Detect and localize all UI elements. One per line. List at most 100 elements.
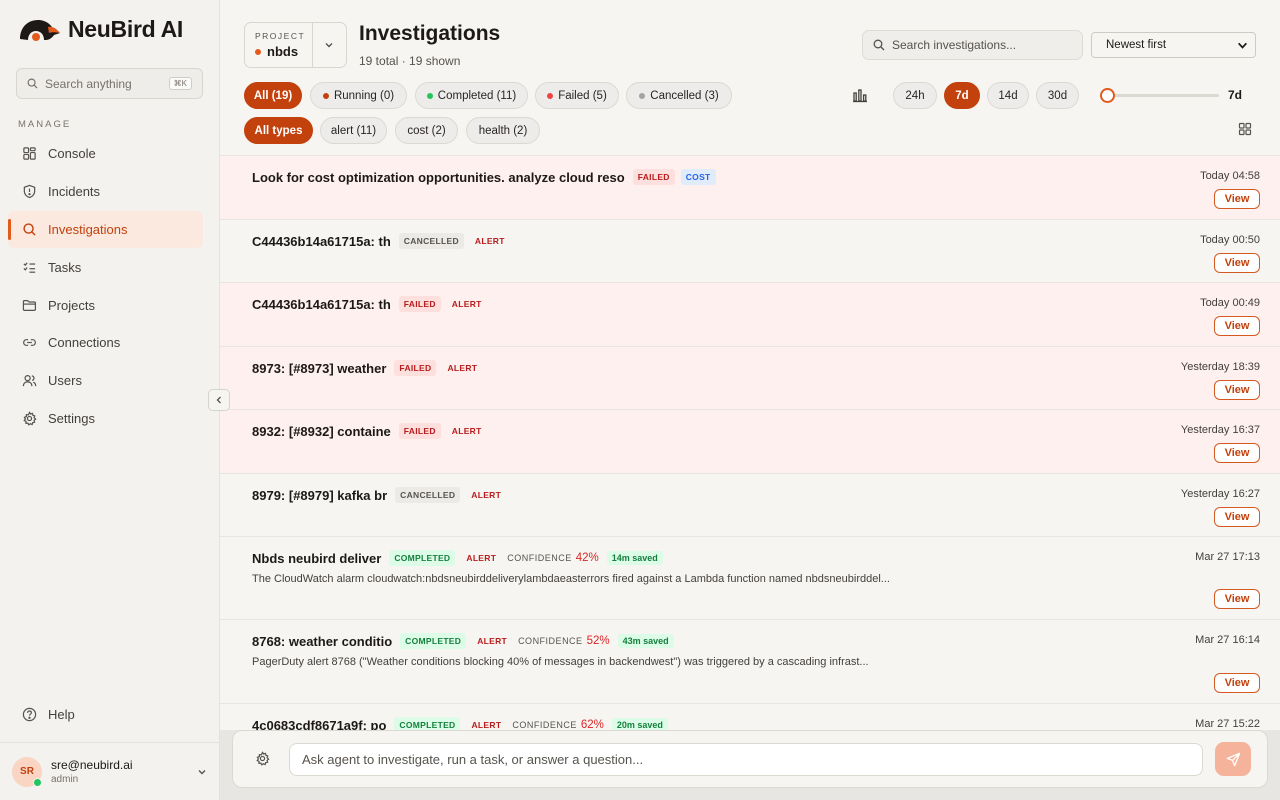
investigation-title: Look for cost optimization opportunities… xyxy=(252,169,625,185)
link-icon xyxy=(23,339,36,347)
time-range-label: 14d xyxy=(998,89,1018,102)
composer-settings-button[interactable] xyxy=(255,751,270,771)
layout-toggle-button[interactable] xyxy=(1238,122,1252,141)
folder-icon xyxy=(22,299,37,311)
slider-value: 7d xyxy=(1228,88,1243,102)
investigations-search-input[interactable]: Search investigations... xyxy=(862,30,1083,60)
brand-logo[interactable]: NeuBird AI xyxy=(18,16,183,43)
search-icon xyxy=(27,78,38,89)
time-saved-badge: 14m saved xyxy=(606,551,663,565)
sidebar-search-input[interactable]: Search anything ⌘K xyxy=(16,68,203,99)
status-badge: FAILED xyxy=(398,296,441,312)
view-button[interactable]: View xyxy=(1214,673,1260,693)
status-badge: COMPLETED xyxy=(400,633,467,649)
type-badge: ALERT xyxy=(466,553,497,563)
send-icon xyxy=(1226,752,1240,766)
chevron-left-icon xyxy=(216,396,221,404)
timestamp: Today 00:49 xyxy=(1200,297,1260,309)
page-subtitle: 19 total · 19 shown xyxy=(359,54,461,68)
view-button[interactable]: View xyxy=(1214,443,1260,463)
user-menu[interactable]: SR sre@neubird.ai admin xyxy=(0,742,219,800)
filter-type-all[interactable]: All types xyxy=(244,117,313,144)
type-badge: ALERT xyxy=(471,490,502,500)
agent-prompt-input[interactable]: Ask agent to investigate, run a task, or… xyxy=(289,743,1203,776)
type-badge: COST xyxy=(680,169,716,185)
status-badge: FAILED xyxy=(632,169,675,185)
list-item[interactable]: Look for cost optimization opportunities… xyxy=(220,156,1280,220)
shield-icon xyxy=(23,184,36,199)
filter-status-cancelled[interactable]: Cancelled (3) xyxy=(626,82,732,109)
time-range-label: 7d xyxy=(955,89,969,102)
timestamp: Today 00:50 xyxy=(1200,234,1260,246)
time-range-30d[interactable]: 30d xyxy=(1036,82,1079,109)
sidebar-item-users[interactable]: Users xyxy=(8,362,203,400)
sidebar: NeuBird AI Search anything ⌘K MANAGE Con… xyxy=(0,0,220,800)
user-role: admin xyxy=(51,774,79,785)
filter-status-all[interactable]: All (19) xyxy=(244,82,302,109)
sidebar-item-console[interactable]: Console xyxy=(8,135,203,173)
filter-type-alert[interactable]: alert (11) xyxy=(320,117,387,144)
time-range-7d[interactable]: 7d xyxy=(944,82,980,109)
project-dropdown-button[interactable] xyxy=(311,23,346,67)
sidebar-item-settings[interactable]: Settings xyxy=(8,400,203,438)
view-button[interactable]: View xyxy=(1214,316,1260,336)
timestamp: Mar 27 16:14 xyxy=(1195,634,1260,646)
view-button[interactable]: View xyxy=(1214,507,1260,527)
view-button[interactable]: View xyxy=(1214,380,1260,400)
list-item[interactable]: 8768: weather conditio COMPLETED ALERT C… xyxy=(220,620,1280,704)
time-range-slider[interactable] xyxy=(1107,94,1219,97)
time-range-24h[interactable]: 24h xyxy=(893,82,937,109)
slider-handle[interactable] xyxy=(1100,88,1115,103)
view-button[interactable]: View xyxy=(1214,589,1260,609)
timestamp: Yesterday 18:39 xyxy=(1180,361,1260,373)
type-badge: ALERT xyxy=(451,426,482,436)
chevron-down-icon xyxy=(1238,42,1247,49)
sidebar-item-label: Users xyxy=(48,373,82,389)
filter-label: health (2) xyxy=(478,124,528,137)
grid-icon xyxy=(23,147,36,161)
sort-select[interactable]: Newest first xyxy=(1091,32,1256,58)
timestamp: Yesterday 16:37 xyxy=(1180,424,1260,436)
sidebar-item-incidents[interactable]: Incidents xyxy=(8,173,203,211)
filter-label: Running (0) xyxy=(333,89,395,102)
sidebar-item-label: Settings xyxy=(48,410,95,426)
time-range-label: 24h xyxy=(905,89,925,102)
list-item[interactable]: 8973: [#8973] weather FAILED ALERT Yeste… xyxy=(220,347,1280,410)
sidebar-item-connections[interactable]: Connections xyxy=(8,324,203,362)
timestamp: Mar 27 17:13 xyxy=(1195,551,1260,563)
filter-label: All (19) xyxy=(253,89,293,102)
list-item[interactable]: C44436b14a61715a: th CANCELLED ALERT Tod… xyxy=(220,220,1280,283)
list-item[interactable]: 8979: [#8979] kafka br CANCELLED ALERT Y… xyxy=(220,474,1280,537)
search-placeholder: Search investigations... xyxy=(892,38,1017,52)
timestamp: Mar 27 15:22 xyxy=(1195,718,1260,730)
chevron-down-icon xyxy=(198,769,206,774)
list-item[interactable]: C44436b14a61715a: th FAILED ALERT Today … xyxy=(220,283,1280,347)
sidebar-item-label: Incidents xyxy=(48,184,101,200)
filter-status-running[interactable]: Running (0) xyxy=(310,82,407,109)
type-badge: ALERT xyxy=(447,363,478,373)
view-button[interactable]: View xyxy=(1214,189,1260,209)
filter-status-completed[interactable]: Completed (11) xyxy=(415,82,528,109)
sidebar-item-label: Projects xyxy=(48,297,95,313)
sidebar-nav: Console Incidents Investigations Tasks P… xyxy=(8,135,203,437)
timestamp: Today 04:58 xyxy=(1200,170,1260,182)
list-item[interactable]: 8932: [#8932] containe FAILED ALERT Yest… xyxy=(220,410,1280,474)
filter-status-failed[interactable]: Failed (5) xyxy=(535,82,619,109)
status-badge: COMPLETED xyxy=(389,550,456,566)
time-range-14d[interactable]: 14d xyxy=(987,82,1029,109)
sidebar-item-projects[interactable]: Projects xyxy=(8,286,203,324)
help-link[interactable]: Help xyxy=(22,707,75,722)
sidebar-item-label: Console xyxy=(48,146,96,162)
sidebar-item-investigations[interactable]: Investigations xyxy=(8,210,203,249)
type-badge: ALERT xyxy=(477,636,508,646)
filter-type-health[interactable]: health (2) xyxy=(466,117,540,144)
send-button[interactable] xyxy=(1215,742,1251,776)
view-button[interactable]: View xyxy=(1214,253,1260,273)
help-label: Help xyxy=(48,707,75,722)
list-item[interactable]: Nbds neubird deliver COMPLETED ALERT CON… xyxy=(220,537,1280,620)
sidebar-item-tasks[interactable]: Tasks xyxy=(8,248,203,286)
filter-type-cost[interactable]: cost (2) xyxy=(395,117,458,144)
collapse-sidebar-button[interactable] xyxy=(208,389,230,411)
chart-toggle-button[interactable] xyxy=(852,87,868,108)
project-selector[interactable]: PROJECT nbds xyxy=(244,22,347,68)
